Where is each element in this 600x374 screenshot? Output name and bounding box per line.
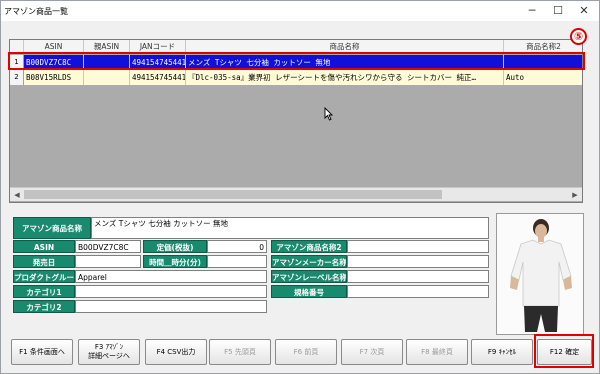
category2-label: カテゴリ2 [13, 300, 75, 313]
amazon-label-name-label: アマゾンレーベル名称 [271, 270, 347, 283]
cell-jan[interactable]: 4941547454412 [130, 70, 186, 85]
maximize-icon[interactable]: ☐ [545, 1, 571, 21]
f3-label-line1: F3 ｱﾏｿﾞﾝ [94, 343, 124, 351]
release-date-field[interactable] [75, 255, 141, 268]
f4-label: F4 CSV出力 [156, 347, 196, 356]
f5-label: F5 先頭頁 [224, 347, 256, 356]
category1-label: カテゴリ1 [13, 285, 75, 298]
spec-number-label: 規格番号 [271, 285, 347, 298]
asin-field[interactable]: B00DVZ7C8C [75, 240, 141, 253]
row-number: 2 [10, 70, 24, 85]
f9-cancel-button[interactable]: F9 ｷｬﾝｾﾙ [471, 339, 533, 365]
f1-label: F1 条件画面へ [19, 347, 65, 356]
scroll-left-icon[interactable]: ◀ [10, 188, 24, 202]
f6-prev-page-button[interactable]: F6 前頁 [275, 339, 337, 365]
f1-condition-screen-button[interactable]: F1 条件画面へ [11, 339, 73, 365]
minimize-icon[interactable]: ─ [519, 1, 545, 21]
spec-number-field[interactable] [347, 285, 489, 298]
scrollbar-thumb[interactable] [24, 190, 442, 199]
f7-next-page-button[interactable]: F7 次頁 [341, 339, 403, 365]
f4-csv-export-button[interactable]: F4 CSV出力 [145, 339, 207, 365]
product-group-field[interactable]: Apparel [75, 270, 267, 283]
f3-amazon-detail-button[interactable]: F3 ｱﾏｿﾞﾝ 詳細ページへ [78, 339, 140, 365]
time-label: 時間＿時分(分) [143, 255, 207, 268]
f9-label: F9 ｷｬﾝｾﾙ [487, 347, 517, 356]
f7-label: F7 次頁 [359, 347, 385, 356]
window-title: アマゾン商品一覧 [4, 7, 68, 16]
product-group-label: プロダクトグループ [13, 270, 75, 283]
amazon-product-list-window: アマゾン商品一覧 ─ ☐ ✕ ASIN 親ASIN JANコード 商品名称 商品… [0, 0, 600, 374]
f8-label: F8 最終頁 [421, 347, 453, 356]
amazon-name2-label: アマゾン商品名称2 [271, 240, 347, 253]
category1-field[interactable] [75, 285, 267, 298]
category2-field[interactable] [75, 300, 267, 313]
amazon-maker-field[interactable] [347, 255, 489, 268]
price-field[interactable]: 0 [207, 240, 267, 253]
f12-highlight-outline [534, 334, 594, 368]
horizontal-scrollbar[interactable]: ◀ ▶ [10, 187, 582, 201]
time-field[interactable] [207, 255, 267, 268]
cell-name[interactable]: 『Dlc-035-sa』業界初 レザーシートを傷や汚れシワから守る シートカバー… [186, 70, 504, 85]
f5-first-page-button[interactable]: F5 先頭頁 [209, 339, 271, 365]
close-icon[interactable]: ✕ [571, 1, 597, 21]
asin-label: ASIN [13, 240, 75, 253]
amazon-name2-field[interactable] [347, 240, 489, 253]
amazon-name-field[interactable]: メンズ Tシャツ 七分袖 カットソー 無地 [91, 217, 489, 239]
f3-label-line2: 詳細ページへ [88, 352, 130, 360]
amazon-name-label: アマゾン商品名称 [13, 217, 91, 239]
tshirt-model-image [497, 214, 583, 334]
cell-asin[interactable]: B08V15RLDS [24, 70, 84, 85]
amazon-label-name-field[interactable] [347, 270, 489, 283]
release-date-label: 発売日 [13, 255, 75, 268]
selected-row-highlight [8, 52, 585, 70]
step-marker: ⑤ [570, 28, 587, 45]
product-image [496, 213, 584, 335]
amazon-maker-label: アマゾンメーカー名称 [271, 255, 347, 268]
table-row[interactable]: 2 B08V15RLDS 4941547454412 『Dlc-035-sa』業… [10, 70, 582, 85]
cell-parent-asin[interactable] [84, 70, 130, 85]
title-bar: アマゾン商品一覧 ─ ☐ ✕ [1, 1, 599, 21]
mouse-cursor-icon [324, 107, 333, 121]
price-label: 定価(税抜) [143, 240, 207, 253]
f6-label: F6 前頁 [293, 347, 319, 356]
f8-last-page-button[interactable]: F8 最終頁 [406, 339, 468, 365]
scroll-right-icon[interactable]: ▶ [568, 188, 582, 202]
cell-name2[interactable]: Auto [504, 70, 582, 85]
